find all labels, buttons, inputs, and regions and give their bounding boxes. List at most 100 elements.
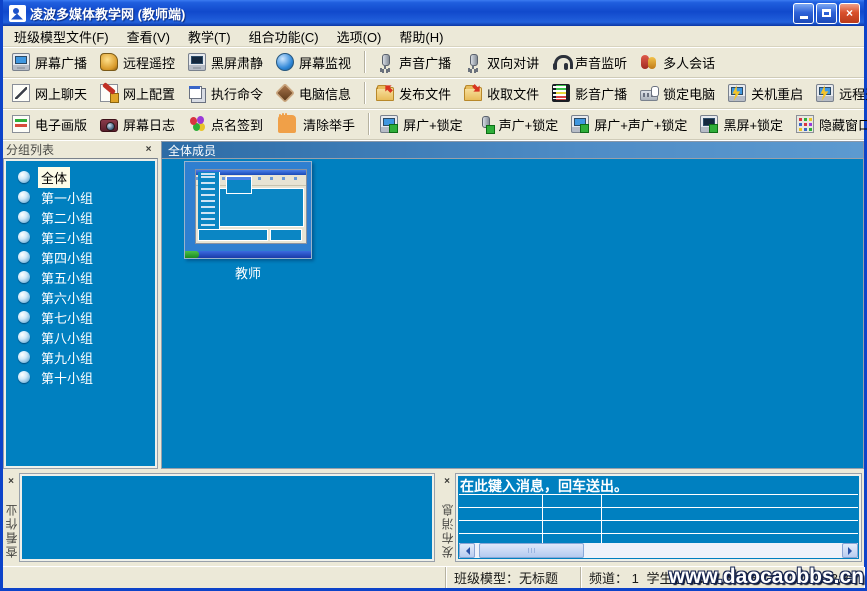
member-item[interactable]: 教师: [184, 161, 312, 282]
group-list-item[interactable]: 第十小组: [10, 367, 151, 387]
toolbar-button[interactable]: 多人会话: [635, 50, 723, 75]
group-list-item[interactable]: 全体: [10, 167, 151, 187]
online-config-icon: [100, 84, 118, 102]
watermark-text: www.daocaobbs.cn: [669, 565, 864, 589]
group-list-item[interactable]: 第一小组: [10, 187, 151, 207]
toolbar-button[interactable]: 电脑信息: [271, 81, 359, 106]
group-ball-icon: [18, 371, 30, 383]
toolbar-button[interactable]: 关机重启: [723, 81, 811, 106]
clear-raised-hands-icon: [278, 115, 296, 133]
toolbar-button-label: 点名签到: [211, 115, 263, 134]
toolbar-row-3: 电子画版 屏幕日志 点名签到 清除举手 屏广+锁定: [3, 109, 864, 140]
teacher-desktop-thumbnail[interactable]: [184, 161, 312, 259]
scrollbar-track[interactable]: [475, 543, 842, 558]
toolbar-button-label: 黑屏肃静: [211, 53, 263, 72]
scroll-left-arrow-icon[interactable]: [459, 543, 475, 558]
scroll-right-arrow-icon[interactable]: [842, 543, 858, 558]
group-label: 第九小组: [38, 347, 96, 368]
horizontal-scrollbar[interactable]: [459, 543, 858, 558]
two-way-intercom-icon: [464, 53, 482, 71]
menu-item[interactable]: 组合功能(C): [240, 25, 328, 48]
group-list-item[interactable]: 第九小组: [10, 347, 151, 367]
group-label: 第十小组: [38, 367, 96, 388]
group-label: 全体: [38, 167, 70, 188]
toolbar-button[interactable]: 黑屏+锁定: [695, 112, 791, 137]
toolbar-button[interactable]: 屏幕广播: [7, 50, 95, 75]
remote-poweron-icon: [816, 84, 834, 102]
toolbar-button[interactable]: 网上配置: [95, 81, 183, 106]
toolbar-button[interactable]: 影音广播: [547, 81, 635, 106]
group-ball-icon: [18, 271, 30, 283]
group-ball-icon: [18, 231, 30, 243]
toolbar-button-label: 锁定电脑: [663, 84, 715, 103]
bottom-panels: × 查看作业 × 发布消息 在此键入消息，回车送出。: [3, 469, 864, 566]
menu-item[interactable]: 教学(T): [179, 25, 240, 48]
group-list-item[interactable]: 第五小组: [10, 267, 151, 287]
view-homework-close-icon[interactable]: ×: [5, 475, 18, 488]
view-homework-panel: × 查看作业: [3, 471, 437, 566]
group-list: 全体 第一小组 第二小组 第三小组: [3, 158, 158, 469]
toolbar-button[interactable]: 收取文件: [459, 81, 547, 106]
screen-voice-lock-icon: [571, 115, 589, 133]
group-ball-icon: [18, 331, 30, 343]
group-list-item[interactable]: 第六小组: [10, 287, 151, 307]
maximize-button[interactable]: [816, 3, 837, 24]
remote-control-icon: [100, 53, 118, 71]
toolbar-button[interactable]: 声广+锁定: [471, 112, 567, 137]
status-bar: 班级模型：无标题 频道： 1 学生总计：0 人 登录：0 人 09:58:37 …: [3, 566, 864, 588]
toolbar-button[interactable]: 发布文件: [371, 81, 459, 106]
screen-monitor-icon: [276, 53, 294, 71]
menu-item[interactable]: 帮助(H): [390, 25, 452, 48]
toolbar-button-label: 网上配置: [123, 84, 175, 103]
toolbar-button[interactable]: 屏幕监视: [271, 50, 359, 75]
group-ball-icon: [18, 211, 30, 223]
toolbar-button-label: 多人会话: [663, 53, 715, 72]
toolbar-row-1: 屏幕广播 远程遥控 黑屏肃静 屏幕监视 声音广播: [3, 47, 864, 78]
e-whiteboard-icon: [12, 115, 30, 133]
minimize-button[interactable]: [793, 3, 814, 24]
screen-broadcast-icon: [12, 53, 30, 71]
toolbar-row-2: 网上聊天 网上配置 执行命令 电脑信息 发布文件: [3, 78, 864, 109]
group-list-item[interactable]: 第二小组: [10, 207, 151, 227]
toolbar-button[interactable]: 电子画版: [7, 112, 95, 137]
toolbar-button[interactable]: 声音监听: [547, 50, 635, 75]
toolbar-button[interactable]: 远程遥控: [95, 50, 183, 75]
toolbar-button[interactable]: 锁定电脑: [635, 81, 723, 106]
toolbar-button[interactable]: 点名签到: [183, 112, 271, 137]
send-message-close-icon[interactable]: ×: [441, 475, 454, 488]
toolbar-button[interactable]: 远程开机: [811, 81, 867, 106]
toolbar-button[interactable]: 声音广播: [371, 50, 459, 75]
group-list-item[interactable]: 第四小组: [10, 247, 151, 267]
send-message-rail: × 发布消息: [439, 473, 455, 562]
hide-window-icon: [796, 115, 814, 133]
group-list-close-icon[interactable]: ×: [142, 143, 155, 156]
group-list-item[interactable]: 第八小组: [10, 327, 151, 347]
menu-item[interactable]: 班级模型文件(F): [5, 25, 118, 48]
toolbar-button[interactable]: 黑屏肃静: [183, 50, 271, 75]
toolbar-button[interactable]: 清除举手: [271, 111, 363, 137]
toolbar-button-label: 远程开机: [839, 84, 867, 103]
toolbar-button[interactable]: 执行命令: [183, 81, 271, 106]
menu-item[interactable]: 选项(O): [328, 25, 391, 48]
toolbar-button[interactable]: 屏广+声广+锁定: [566, 112, 695, 137]
close-button[interactable]: ×: [839, 3, 860, 24]
mini-taskbar: [185, 251, 311, 258]
toolbar-button[interactable]: 隐藏窗口: [791, 112, 867, 137]
group-list-item[interactable]: 第七小组: [10, 307, 151, 327]
scrollbar-thumb[interactable]: [479, 543, 584, 558]
group-list-item[interactable]: 第三小组: [10, 227, 151, 247]
view-homework-label: 查看作业: [3, 502, 20, 558]
toolbar-button[interactable]: 网上聊天: [7, 81, 95, 106]
window-title: 凌波多媒体教学网 (教师端): [30, 4, 793, 23]
message-input[interactable]: 在此键入消息，回车送出。: [460, 476, 857, 493]
screen-log-icon: [100, 119, 118, 132]
title-bar[interactable]: 凌波多媒体教学网 (教师端) ×: [3, 0, 864, 26]
voicecast-lock-icon: [476, 115, 494, 133]
menu-item[interactable]: 查看(V): [118, 25, 179, 48]
group-label: 第四小组: [38, 247, 96, 268]
group-label: 第二小组: [38, 207, 96, 228]
toolbar-button[interactable]: 屏幕日志: [95, 112, 183, 137]
group-label: 第八小组: [38, 327, 96, 348]
toolbar-button[interactable]: 双向对讲: [459, 50, 547, 75]
toolbar-button[interactable]: 屏广+锁定: [375, 112, 471, 137]
